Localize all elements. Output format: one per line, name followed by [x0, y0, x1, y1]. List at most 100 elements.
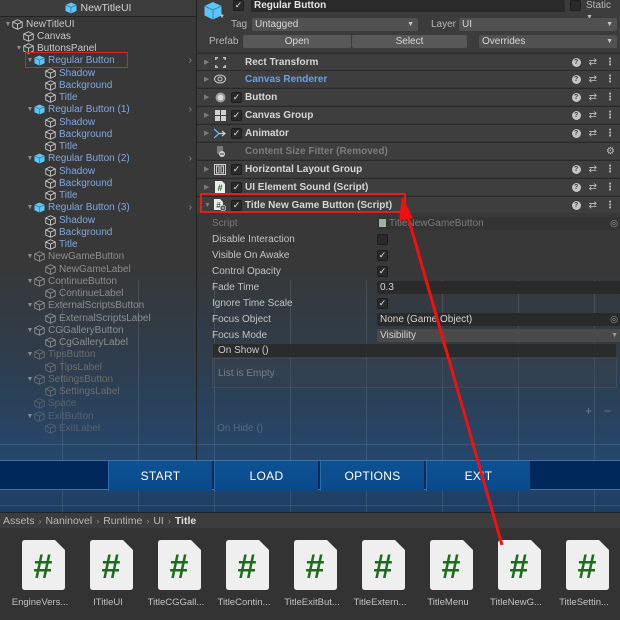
object-name-field[interactable]: Regular Button	[251, 0, 565, 12]
hierarchy-item[interactable]: Space	[0, 398, 196, 410]
presets-icon[interactable]: ⇄	[589, 164, 597, 175]
expand-arrow-icon[interactable]: ▼	[26, 278, 34, 285]
hierarchy-item[interactable]: ▼ NewTitleUI	[0, 18, 196, 30]
more-options-icon[interactable]: ⋮	[605, 92, 615, 103]
icon-dropdown-caret[interactable]: ▼	[219, 14, 225, 20]
help-icon[interactable]: ?	[571, 92, 581, 102]
open-prefab-chevron-icon[interactable]: ›	[189, 202, 192, 213]
asset-item[interactable]: # TitleExtern...	[346, 540, 414, 616]
breadcrumb-ui[interactable]: UI	[153, 515, 164, 527]
asset-item[interactable]: # TitleCGGall...	[142, 540, 210, 616]
expand-arrow-icon[interactable]: ▼	[15, 45, 23, 52]
breadcrumb-naninovel[interactable]: Naninovel	[46, 515, 93, 527]
expand-arrow-icon[interactable]: ▼	[26, 204, 34, 211]
help-icon[interactable]: ?	[571, 200, 581, 210]
breadcrumb-runtime[interactable]: Runtime	[103, 515, 142, 527]
expand-arrow-icon[interactable]: ▼	[26, 327, 34, 334]
expand-arrow-icon[interactable]: ▼	[26, 302, 34, 309]
asset-item[interactable]: # TitleContin...	[210, 540, 278, 616]
component-header[interactable]: ▶ ✓ Horizontal Layout Group? ⇄ ⋮	[197, 160, 620, 177]
more-options-icon[interactable]: ⋮	[605, 128, 615, 139]
expand-arrow-icon[interactable]: ▶	[204, 183, 209, 191]
hierarchy-item[interactable]: ContinueLabel	[0, 288, 196, 300]
component-enabled-checkbox[interactable]: ✓	[231, 91, 242, 103]
asset-item[interactable]: # EngineVers...	[6, 540, 74, 616]
presets-icon[interactable]: ⇄	[589, 128, 597, 139]
prefab-select-button[interactable]: Select	[352, 35, 467, 48]
tag-dropdown[interactable]: Untagged ▼	[252, 18, 418, 31]
expand-arrow-icon[interactable]: ▼	[4, 21, 12, 28]
hierarchy-item[interactable]: ExternalScriptsLabel	[0, 312, 196, 324]
disable-interaction-checkbox[interactable]	[377, 233, 388, 245]
fade-time-input[interactable]: 0.3	[377, 280, 620, 294]
hierarchy-item[interactable]: ▼ Regular Button (1) ›	[0, 104, 196, 116]
layer-dropdown[interactable]: UI ▼	[459, 18, 617, 31]
add-event-button[interactable]: +	[585, 404, 592, 418]
game-button-start[interactable]: START	[108, 461, 212, 491]
more-options-icon[interactable]: ⋮	[605, 74, 615, 85]
hierarchy-item[interactable]: ▼ Regular Button (3) ›	[0, 202, 196, 214]
help-icon[interactable]: ?	[571, 182, 581, 192]
asset-item[interactable]: # TitleMenu	[414, 540, 482, 616]
help-icon[interactable]: ?	[571, 164, 581, 174]
prefab-open-button[interactable]: Open	[243, 35, 351, 48]
open-prefab-chevron-icon[interactable]: ›	[189, 153, 192, 164]
hierarchy-item[interactable]: Title	[0, 141, 196, 153]
asset-item[interactable]: # TitleSettin...	[550, 540, 618, 616]
expand-arrow-icon[interactable]: ▼	[26, 155, 34, 162]
help-icon[interactable]: ?	[571, 110, 581, 120]
component-header[interactable]: ▶ ✓ Canvas Group? ⇄ ⋮	[197, 106, 620, 123]
active-checkbox[interactable]: ✓	[233, 0, 244, 11]
hierarchy-item[interactable]: NewGameLabel	[0, 263, 196, 275]
static-checkbox[interactable]	[570, 0, 581, 11]
hierarchy-item[interactable]: ▼ TipsButton	[0, 349, 196, 361]
focus-mode-dropdown[interactable]: Visibility ▼	[377, 328, 620, 342]
breadcrumb-assets[interactable]: Assets	[3, 515, 35, 527]
component-header[interactable]: ▶ ✓ Animator? ⇄ ⋮	[197, 124, 620, 141]
help-icon[interactable]: ?	[571, 74, 581, 84]
asset-item[interactable]: # TitleExitBut...	[278, 540, 346, 616]
expand-arrow-icon[interactable]: ▶	[204, 93, 209, 101]
game-button-load[interactable]: LOAD	[214, 461, 318, 491]
gear-icon[interactable]: ⚙	[606, 146, 615, 157]
component-enabled-checkbox[interactable]: ✓	[231, 181, 242, 193]
expand-arrow-icon[interactable]: ▼	[26, 106, 34, 113]
hierarchy-item[interactable]: Title	[0, 239, 196, 251]
asset-item[interactable]: # TitleNewG...	[482, 540, 550, 616]
hierarchy-item[interactable]: ExitLabel	[0, 422, 196, 434]
control-opacity-checkbox[interactable]: ✓	[377, 265, 388, 277]
expand-arrow-icon[interactable]: ▼	[26, 351, 34, 358]
presets-icon[interactable]: ⇄	[589, 200, 597, 211]
more-options-icon[interactable]: ⋮	[605, 57, 615, 68]
expand-arrow-icon[interactable]: ▼	[26, 253, 34, 260]
more-options-icon[interactable]: ⋮	[605, 200, 615, 211]
remove-event-button[interactable]: −	[604, 404, 611, 418]
ignore-time-scale-checkbox[interactable]: ✓	[377, 297, 388, 309]
hierarchy-item[interactable]: Title	[0, 92, 196, 104]
visible-on-awake-checkbox[interactable]: ✓	[377, 249, 388, 261]
hierarchy-item[interactable]: Canvas	[0, 30, 196, 42]
expand-arrow-icon[interactable]: ▼	[26, 413, 34, 420]
component-enabled-checkbox[interactable]: ✓	[231, 109, 242, 121]
more-options-icon[interactable]: ⋮	[605, 182, 615, 193]
more-options-icon[interactable]: ⋮	[605, 164, 615, 175]
expand-arrow-icon[interactable]: ▶	[204, 165, 209, 173]
presets-icon[interactable]: ⇄	[589, 92, 597, 103]
hierarchy-item[interactable]: ▼ NewGameButton	[0, 251, 196, 263]
script-field[interactable]: TitleNewGameButton ◎	[377, 216, 620, 230]
expand-arrow-icon[interactable]: ▶	[204, 58, 209, 66]
hierarchy-item[interactable]: Shadow	[0, 165, 196, 177]
expand-arrow-icon[interactable]: ▼	[26, 376, 34, 383]
hierarchy-item[interactable]: Shadow	[0, 214, 196, 226]
presets-icon[interactable]: ⇄	[589, 57, 597, 68]
expand-arrow-icon[interactable]: ▶	[204, 111, 209, 119]
hierarchy-item[interactable]: Background	[0, 79, 196, 91]
component-header[interactable]: ▶ Canvas Renderer? ⇄ ⋮	[197, 70, 620, 87]
prefab-overrides-dropdown[interactable]: Overrides ▼	[479, 35, 617, 48]
hierarchy-item[interactable]: Background	[0, 128, 196, 140]
component-enabled-checkbox[interactable]: ✓	[231, 163, 242, 175]
focus-object-field[interactable]: None (Game Object) ◎	[377, 312, 620, 326]
hierarchy-item[interactable]: ▼ SettingsButton	[0, 373, 196, 385]
presets-icon[interactable]: ⇄	[589, 182, 597, 193]
component-header[interactable]: ▶ Rect Transform? ⇄ ⋮	[197, 53, 620, 70]
